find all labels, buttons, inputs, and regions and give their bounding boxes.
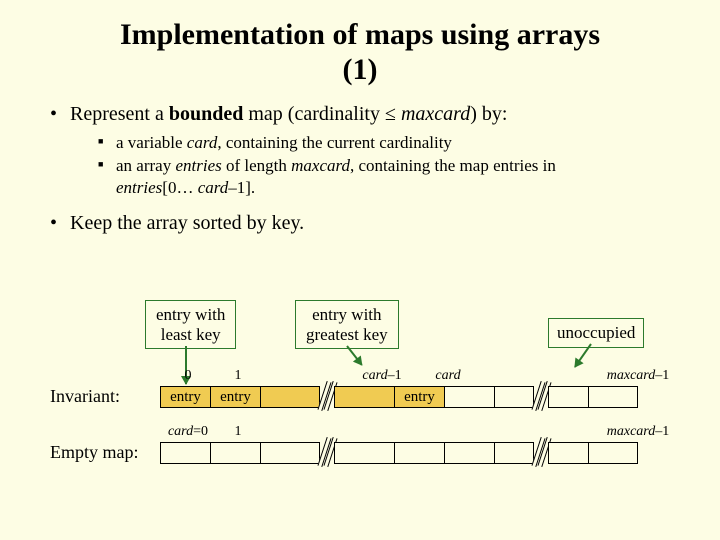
cell2-0 (160, 442, 210, 464)
callout-least: entry with least key (145, 300, 236, 349)
cell-pre (334, 386, 394, 408)
t: card (362, 368, 387, 383)
bullet-1: Represent a bounded map (cardinality ≤ m… (50, 103, 690, 198)
label-empty: Empty map: (50, 442, 139, 463)
array-break-icon (534, 442, 548, 464)
cell2-g (494, 442, 534, 464)
t: –1]. (228, 178, 255, 197)
idx-0: 0 (178, 368, 198, 384)
t: =0 (193, 424, 208, 439)
t: bounded (169, 103, 244, 125)
sub-2: an array entries of length maxcard, cont… (98, 155, 690, 198)
callout-unoccupied: unoccupied (548, 318, 644, 348)
cell-c (548, 386, 588, 408)
bullet-list: Represent a bounded map (cardinality ≤ m… (30, 103, 690, 235)
sub-1: a variable card, containing the current … (98, 132, 690, 153)
cell-cardm1: entry (394, 386, 444, 408)
cell-0: entry (160, 386, 210, 408)
t: of length (222, 156, 291, 175)
cell-b (494, 386, 534, 408)
t: entries (175, 156, 221, 175)
title-line-2: (1) (343, 53, 378, 86)
t: map (cardinality ≤ (243, 103, 401, 125)
t: maxcard (291, 156, 350, 175)
t: card (198, 178, 229, 197)
diagram: entry with least key entry with greatest… (50, 300, 690, 520)
array-empty (160, 442, 638, 464)
cell2-d (260, 442, 320, 464)
idx2-maxm1: maxcard–1 (598, 424, 678, 440)
t: Keep the array sorted by key. (70, 212, 304, 234)
t: an array (116, 156, 175, 175)
t: maxcard (607, 424, 655, 439)
idx-card: card (428, 368, 468, 384)
t: –1 (388, 368, 402, 383)
cell2-f (444, 442, 494, 464)
cell2-e (394, 442, 444, 464)
array-break-icon (320, 442, 334, 464)
cell2-maxm1 (588, 442, 638, 464)
idx2-card0: card=0 (158, 424, 218, 440)
t: least key (161, 325, 221, 344)
t: , containing the current cardinality (217, 133, 452, 152)
t: entry with (156, 305, 225, 324)
t: card (168, 424, 193, 439)
idx-cardm1: card–1 (352, 368, 412, 384)
t: entries (116, 178, 162, 197)
cell-maxm1 (588, 386, 638, 408)
t: unoccupied (557, 323, 635, 342)
t: Represent a (70, 103, 169, 125)
callout-greatest: entry with greatest key (295, 300, 399, 349)
bullet-2: Keep the array sorted by key. (50, 212, 690, 235)
cell2-h (548, 442, 588, 464)
cell2-p (334, 442, 394, 464)
t: a variable (116, 133, 187, 152)
array-invariant: entry entry entry (160, 386, 638, 408)
t: , containing the map entries in (350, 156, 556, 175)
cell-1: entry (210, 386, 260, 408)
t: entry with (312, 305, 381, 324)
t: maxcard (607, 368, 655, 383)
t: –1 (655, 368, 669, 383)
t: card (187, 133, 218, 152)
idx-1: 1 (228, 368, 248, 384)
cell2-1 (210, 442, 260, 464)
array-break-icon (320, 386, 334, 408)
sub-list: a variable card, containing the current … (70, 132, 690, 198)
t: ) by: (470, 103, 507, 125)
t: greatest key (306, 325, 388, 344)
t: [0… (162, 178, 197, 197)
slide-title: Implementation of maps using arrays (1) (30, 18, 690, 87)
t: –1 (655, 424, 669, 439)
cell-dots (260, 386, 320, 408)
idx2-1: 1 (228, 424, 248, 440)
array-break-icon (534, 386, 548, 408)
cell-card (444, 386, 494, 408)
t: maxcard (401, 103, 470, 125)
title-line-1: Implementation of maps using arrays (120, 18, 600, 51)
label-invariant: Invariant: (50, 386, 120, 407)
idx-maxm1: maxcard–1 (598, 368, 678, 384)
